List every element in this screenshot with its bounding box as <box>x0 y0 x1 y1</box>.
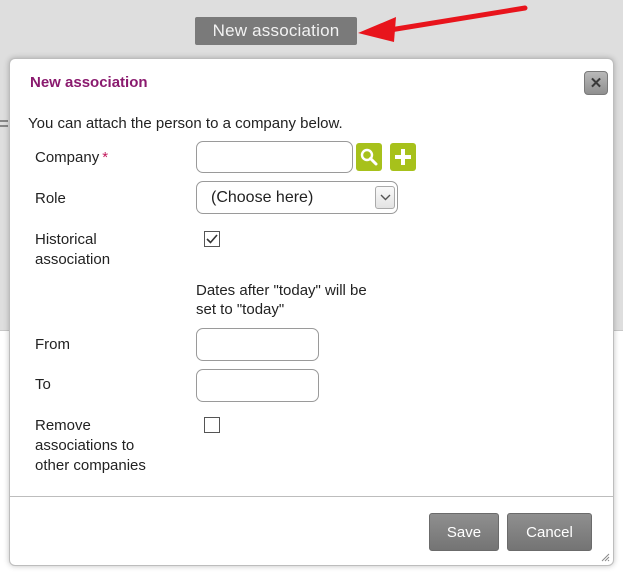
remove-label: Remove associations to other companies <box>35 416 146 476</box>
historical-label-line1: Historical <box>35 231 97 248</box>
background-menu-icon <box>0 120 8 127</box>
footer-divider <box>10 496 613 497</box>
checkmark-icon <box>206 234 218 244</box>
search-icon <box>360 148 378 166</box>
save-button[interactable]: Save <box>429 513 499 551</box>
date-note: Dates after "today" will be set to "toda… <box>196 281 416 319</box>
chevron-down-icon <box>375 186 395 209</box>
close-icon: ✕ <box>589 74 603 92</box>
remove-label-line1: Remove <box>35 417 91 434</box>
intro-text: You can attach the person to a company b… <box>28 115 343 132</box>
close-button[interactable]: ✕ <box>584 71 608 95</box>
resize-grip-icon[interactable] <box>600 552 610 562</box>
dialog-title: New association <box>30 74 148 91</box>
company-label: Company * <box>35 148 108 168</box>
company-add-button[interactable] <box>390 143 416 171</box>
new-association-dialog: New association ✕ You can attach the per… <box>9 58 614 566</box>
remove-label-line2: associations to <box>35 437 135 454</box>
company-label-text: Company <box>35 149 100 166</box>
company-search-button[interactable] <box>356 143 382 171</box>
role-selected-value: (Choose here) <box>211 188 314 206</box>
red-arrow-icon <box>358 5 528 42</box>
from-label: From <box>35 336 70 353</box>
required-marker: * <box>102 149 109 166</box>
date-note-line2: set to "today" <box>196 301 285 318</box>
role-select[interactable]: (Choose here) <box>196 181 398 214</box>
remove-label-line3: other companies <box>35 457 146 474</box>
to-date-input[interactable] <box>196 369 319 402</box>
cancel-button[interactable]: Cancel <box>507 513 592 551</box>
historical-checkbox[interactable] <box>204 231 220 247</box>
historical-label: Historical association <box>35 230 110 270</box>
from-date-input[interactable] <box>196 328 319 361</box>
historical-label-line2: association <box>35 251 111 268</box>
to-label: To <box>35 376 51 393</box>
remove-associations-checkbox[interactable] <box>204 417 220 433</box>
role-label: Role <box>35 190 66 207</box>
plus-icon <box>395 149 411 165</box>
date-note-line1: Dates after "today" will be <box>196 282 367 299</box>
company-input[interactable] <box>196 141 353 173</box>
callout-label: New association <box>195 17 357 45</box>
